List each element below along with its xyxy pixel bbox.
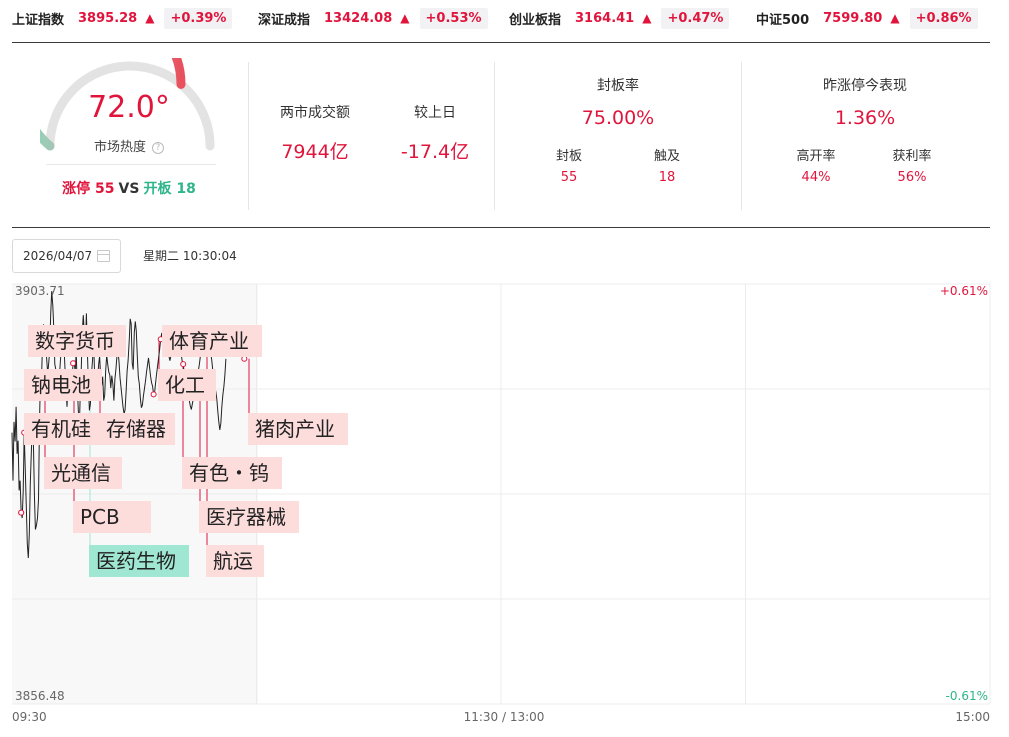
annotation-tag-label: 数字货币 (35, 329, 115, 353)
turnover-value: 7944亿 (281, 141, 349, 163)
profit-rate-value: 56% (897, 170, 927, 185)
turnover-label: 两市成交额 (280, 105, 350, 121)
sealed-label: 封板 (555, 149, 582, 164)
index-change-badge: +0.53% (419, 7, 488, 29)
turnover-compare-label: 较上日 (414, 105, 456, 121)
annotation-tag-label: 钠电池 (31, 373, 91, 397)
index-ticker-bar: 上证指数 3895.28 ▲ +0.39% 深证成指 13424.08 ▲ +0… (0, 0, 1009, 38)
index-csi500[interactable]: 中证500 7599.80 ▲ +0.86% (756, 7, 978, 29)
index-name: 创业板指 (509, 12, 562, 28)
index-price: 13424.08 (324, 10, 393, 26)
break-count: 开板 18 (143, 181, 196, 197)
intraday-chart: 数字货币钠电池有机硅 存储器光通信 PCB 医药生物 体育产业化工猪肉产业有色・钨医疗器… (11, 283, 991, 724)
divider (12, 42, 990, 43)
market-heat-label-text: 市场热度 (93, 140, 146, 155)
annotation-dot (180, 361, 187, 368)
annotation-tag-label: PCB (80, 505, 120, 529)
weekday-time: 星期二 10:30:04 (143, 249, 237, 263)
pct-axis-max-label: +0.61% (940, 284, 988, 298)
sealed-value: 55 (560, 170, 578, 185)
index-change-badge: +0.39% (164, 7, 233, 29)
seal-rate-value: 75.00% (581, 107, 655, 129)
high-open-value: 44% (801, 170, 831, 185)
index-change-badge: +0.86% (909, 7, 978, 29)
annotation-tag-label: 航运 (213, 549, 253, 573)
index-price: 7599.80 (823, 10, 883, 26)
up-arrow-icon: ▲ (642, 11, 652, 25)
annotation-tag-label: 存储器 (106, 417, 166, 441)
seal-rate-title: 封板率 (597, 78, 639, 94)
up-arrow-icon: ▲ (145, 11, 155, 25)
yesterday-perf-value: 1.36% (834, 107, 896, 129)
annotation-tag-label: 体育产业 (169, 329, 249, 353)
annotation-tag-label: 化工 (165, 373, 205, 397)
annotation-dot (18, 509, 25, 516)
x-axis-open-label: 09:30 (12, 710, 47, 724)
annotation-tag-label: 医疗器械 (206, 505, 286, 529)
annotation-tag-label: 有色・钨 (189, 461, 269, 485)
annotation-dot (241, 355, 248, 362)
annotation-tag-label: 猪肉产业 (255, 417, 335, 441)
date-picker[interactable]: 2026/04/07 (12, 239, 121, 273)
index-shanghai[interactable]: 上证指数 3895.28 ▲ +0.39% (12, 7, 233, 29)
divider (12, 227, 990, 228)
index-name: 中证500 (756, 12, 810, 28)
limit-up-vs-break: 涨停 55 VS 开板 18 (14, 178, 244, 198)
index-name: 上证指数 (12, 12, 65, 28)
info-icon[interactable]: ? (152, 141, 164, 154)
calendar-icon[interactable] (97, 250, 110, 262)
divider (248, 62, 249, 210)
index-change-badge: +0.47% (661, 7, 730, 29)
market-heat-value: 72.0° (88, 90, 170, 125)
high-open-label: 高开率 (796, 149, 836, 164)
annotation-dot (70, 360, 77, 367)
annotation-dot (150, 391, 157, 398)
index-price: 3164.41 (575, 10, 635, 26)
annotation-tag-label: 医药生物 (96, 549, 176, 573)
annotation-tag-label: 光通信 (51, 461, 111, 485)
pct-axis-min-label: -0.61% (946, 689, 988, 703)
up-arrow-icon: ▲ (400, 11, 410, 25)
x-axis-midday-label: 11:30 / 13:00 (464, 710, 545, 724)
up-arrow-icon: ▲ (890, 11, 900, 25)
index-shenzhen[interactable]: 深证成指 13424.08 ▲ +0.53% (258, 7, 488, 29)
y-axis-min-label: 3856.48 (15, 689, 65, 703)
limit-up-count: 涨停 55 (62, 181, 115, 197)
yesterday-perf-title: 昨涨停今表现 (823, 78, 907, 94)
touched-value: 18 (658, 170, 676, 185)
market-heat-label: 市场热度? (14, 136, 244, 155)
index-price: 3895.28 (78, 10, 138, 26)
turnover-compare-value: -17.4亿 (400, 141, 470, 163)
annotation-tag-label: 有机硅 (31, 417, 91, 441)
date-value: 2026/04/07 (23, 249, 93, 263)
y-axis-max-label: 3903.71 (15, 284, 65, 298)
x-axis-close-label: 15:00 (955, 710, 990, 724)
touched-label: 触及 (653, 149, 680, 164)
vs-text: VS (118, 181, 140, 197)
divider (46, 164, 216, 165)
index-chinext[interactable]: 创业板指 3164.41 ▲ +0.47% (509, 7, 730, 29)
index-name: 深证成指 (258, 12, 311, 28)
profit-rate-label: 获利率 (892, 149, 932, 164)
